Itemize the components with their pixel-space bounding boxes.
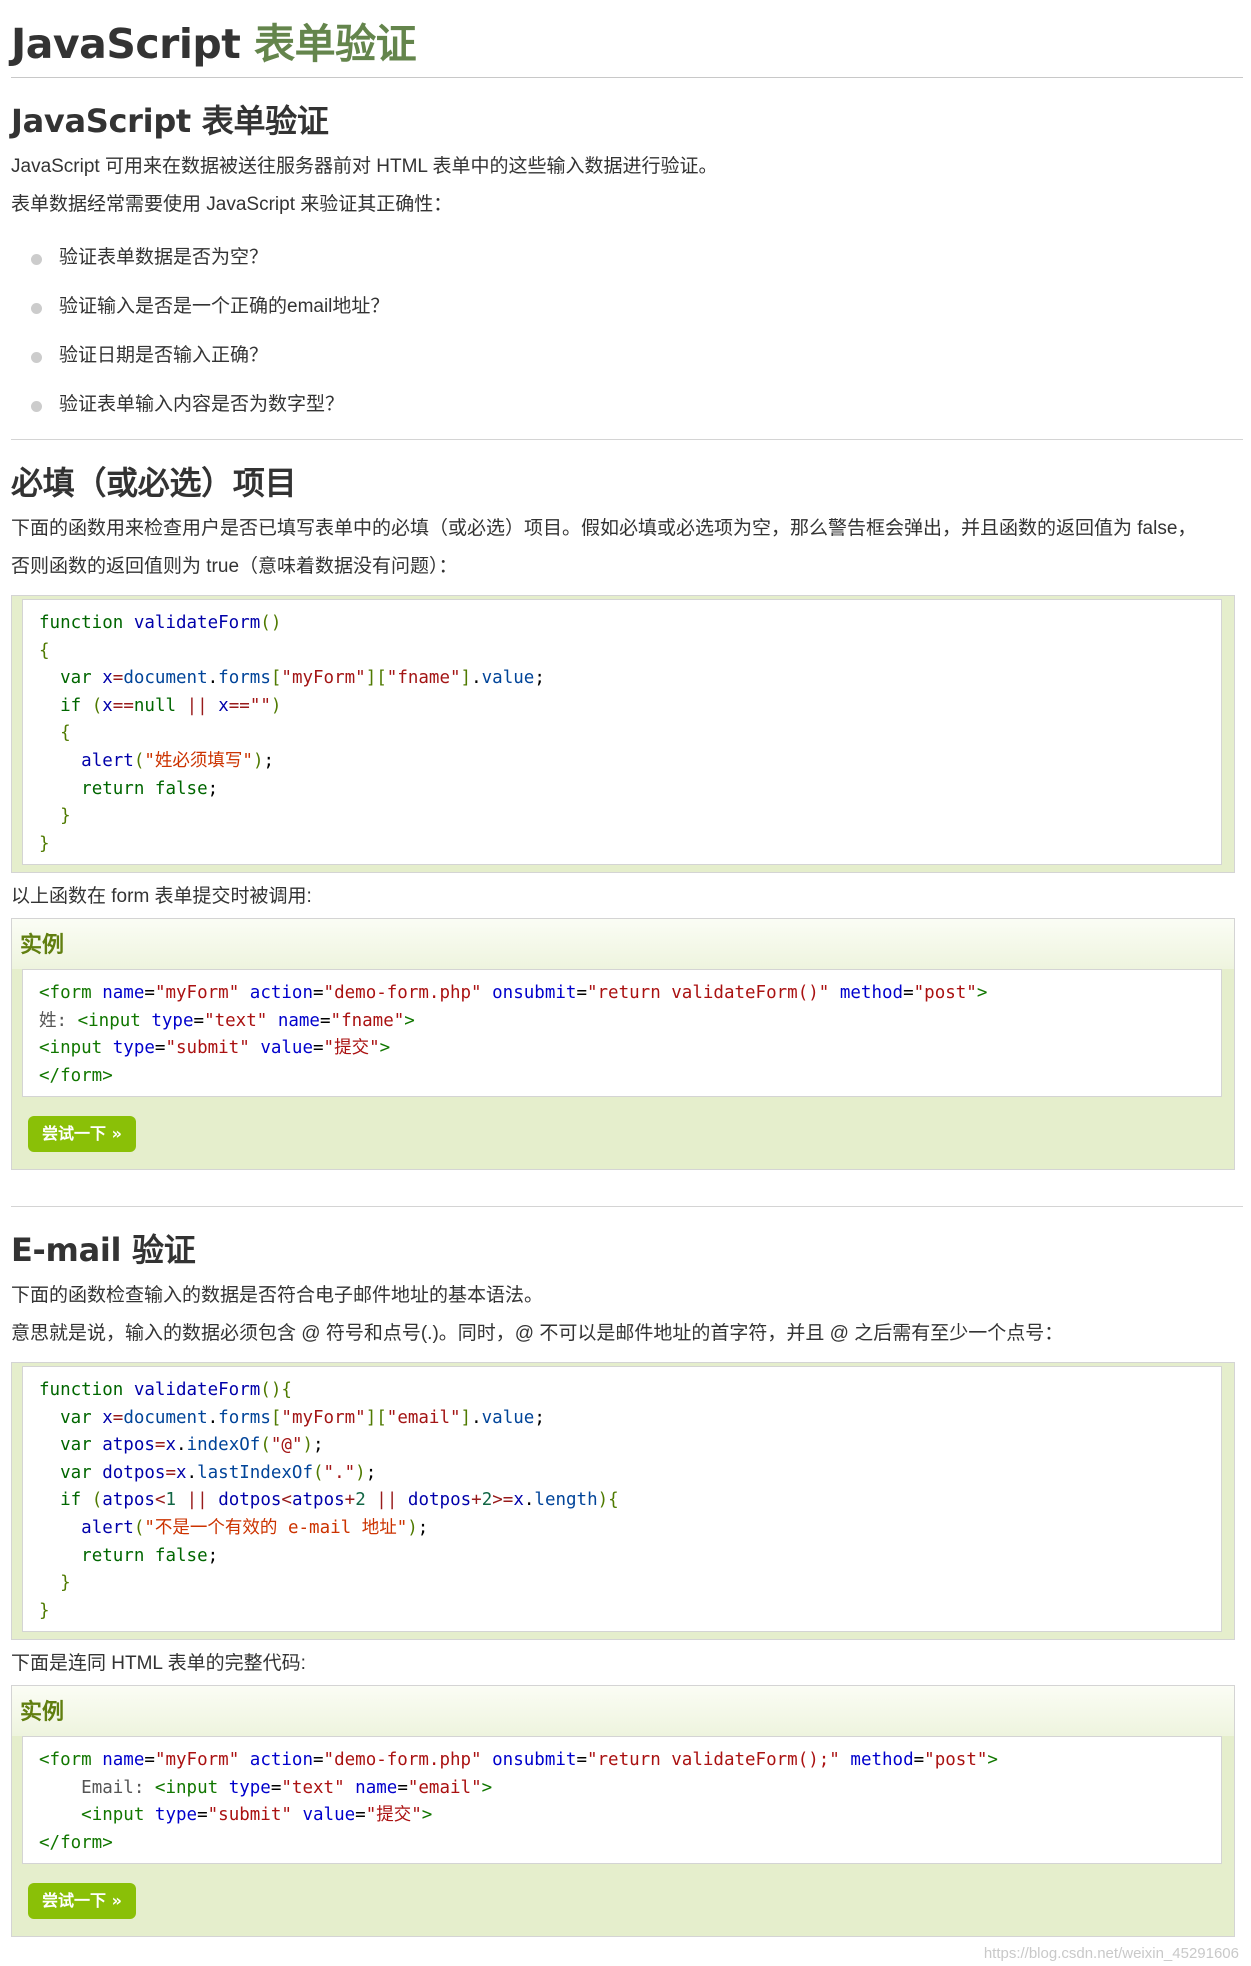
list-item: 验证日期是否输入正确？ [11,341,389,390]
code-panel: function validateForm(){ var x=document.… [22,1366,1222,1632]
bullet-icon [31,303,42,314]
code-panel: <form name="myForm" action="demo-form.ph… [22,969,1222,1097]
paragraph: JavaScript 可用来在数据被送往服务器前对 HTML 表单中的这些输入数… [11,156,718,177]
page-title: JavaScript 表单验证 [11,20,417,68]
paragraph: 表单数据经常需要使用 JavaScript 来验证其正确性： [11,194,453,215]
paragraph: 以上函数在 form 表单提交时被调用: [11,886,312,907]
code-panel: function validateForm() { var x=document… [22,599,1222,865]
title-divider [11,77,1243,78]
example-header [12,919,1234,969]
code-block-email-validate: function validateForm(){ var x=document.… [11,1362,1235,1640]
example-box: 实例 <form name="myForm" action="demo-form… [11,918,1235,1170]
code-text: function validateForm() { var x=document… [39,613,545,854]
try-it-button[interactable]: 尝试一下 » [28,1883,136,1919]
watermark: https://blog.csdn.net/weixin_45291606 [983,1945,1239,1962]
section-heading-form-validation: JavaScript 表单验证 [11,102,329,140]
example-title: 实例 [20,1700,65,1725]
code-block-validate-form: function validateForm() { var x=document… [11,595,1235,873]
section-heading-email: E-mail 验证 [11,1231,196,1269]
section-divider [11,1206,1243,1207]
section-heading-required: 必填（或必选）项目 [11,464,297,502]
code-text: <form name="myForm" action="demo-form.ph… [39,1750,998,1853]
paragraph: 下面的函数检查输入的数据是否符合电子邮件地址的基本语法。 [11,1285,544,1306]
code-text: <form name="myForm" action="demo-form.ph… [39,983,988,1086]
example-title: 实例 [20,933,65,958]
code-panel: <form name="myForm" action="demo-form.ph… [22,1736,1222,1864]
code-text: function validateForm(){ var x=document.… [39,1380,619,1621]
example-header [12,1686,1234,1736]
validation-list: 验证表单数据是否为空？ 验证输入是否是一个正确的email地址？ 验证日期是否输… [11,243,389,439]
paragraph: 意思就是说，输入的数据必须包含 @ 符号和点号(.)。同时，@ 不可以是邮件地址… [11,1323,1064,1344]
list-item: 验证输入是否是一个正确的email地址？ [11,292,389,341]
bullet-icon [31,254,42,265]
list-item: 验证表单数据是否为空？ [11,243,389,292]
paragraph: 下面的函数用来检查用户是否已填写表单中的必填（或必选）项目。假如必填或必选项为空… [11,518,1197,539]
page-title-accent: 表单验证 [254,20,417,68]
bullet-icon [31,401,42,412]
paragraph: 否则函数的返回值则为 true（意味着数据没有问题）： [11,556,458,577]
bullet-icon [31,352,42,363]
example-box: 实例 <form name="myForm" action="demo-form… [11,1685,1235,1937]
list-item: 验证表单输入内容是否为数字型？ [11,390,389,439]
paragraph: 下面是连同 HTML 表单的完整代码: [11,1653,306,1674]
try-it-button[interactable]: 尝试一下 » [28,1116,136,1152]
section-divider [11,439,1243,440]
